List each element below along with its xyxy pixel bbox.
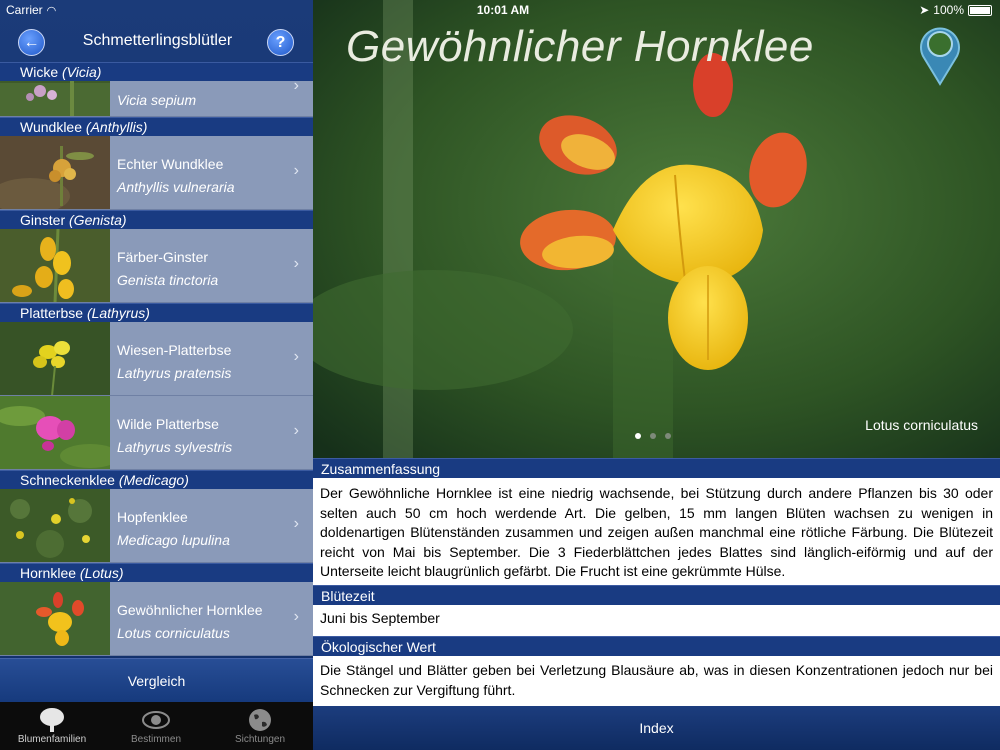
thumbnail-lotus: [0, 582, 110, 655]
list-item-medicago-lupulina[interactable]: Hopfenklee Medicago lupulina ›: [0, 489, 313, 563]
species-german-name: Wiesen-Platterbse: [117, 342, 232, 358]
chevron-right-icon: ›: [293, 422, 299, 439]
list-item-vicia-sepium[interactable]: Vicia sepium ›: [0, 77, 313, 117]
eye-icon: [142, 711, 170, 729]
tab-sichtungen[interactable]: Sichtungen: [208, 702, 312, 750]
wifi-icon: ◠: [46, 5, 57, 17]
thumbnail-genista: [0, 229, 110, 302]
index-button[interactable]: Index: [313, 706, 1000, 750]
globe-icon: [249, 709, 271, 731]
chevron-right-icon: ›: [293, 515, 299, 532]
detail-panel: 10:01 AM ➤ 100% Gewöhnlicher Hornklee Lo…: [313, 0, 1000, 750]
section-header-summary: Zusammenfassung: [313, 458, 1000, 478]
species-german-name: Färber-Ginster: [117, 249, 209, 265]
location-arrow-icon: ➤: [919, 3, 930, 17]
species-german-name: Wilde Platterbse: [117, 416, 219, 432]
photo-caption: Lotus corniculatus: [865, 417, 978, 433]
chevron-right-icon: ›: [293, 608, 299, 625]
list-item-lathyrus-pratensis[interactable]: Wiesen-Platterbse Lathyrus pratensis ›: [0, 322, 313, 396]
species-latin-name: Genista tinctoria: [117, 272, 219, 288]
help-button[interactable]: ?: [267, 29, 294, 56]
species-latin-name: Medicago lupulina: [117, 532, 230, 548]
summary-text: Der Gewöhnliche Hornklee ist eine niedri…: [313, 484, 1000, 582]
page-dot: [650, 433, 656, 439]
list-item-genista-tinctoria[interactable]: Färber-Ginster Genista tinctoria ›: [0, 229, 313, 303]
nav-title: Schmetterlingsblütler: [82, 32, 233, 49]
thumbnail-lathyrus-pratensis: [0, 322, 110, 395]
thumbnail-medicago: [0, 489, 110, 562]
tab-bestimmen[interactable]: Bestimmen: [104, 702, 208, 750]
chevron-right-icon: ›: [293, 162, 299, 179]
species-german-name: Hopfenklee: [117, 509, 188, 525]
species-latin-name: Lathyrus pratensis: [117, 365, 232, 381]
list-item-lotus-corniculatus[interactable]: Gewöhnlicher Hornklee Lotus corniculatus…: [0, 582, 313, 656]
map-pin-icon[interactable]: [917, 22, 963, 86]
section-header-wicke: Wicke (Vicia): [0, 62, 313, 81]
species-list[interactable]: Wicke (Vicia) Vicia sepium › Wundklee (A…: [0, 62, 313, 658]
species-latin-name: Lathyrus sylvestris: [117, 439, 233, 455]
page-indicator[interactable]: [635, 433, 671, 439]
species-latin-name: Lotus corniculatus: [117, 625, 230, 641]
thumbnail-lathyrus-sylvestris: [0, 396, 110, 469]
thumbnail-vicia: [0, 81, 110, 116]
section-header-hornklee: Hornklee (Lotus): [0, 563, 313, 582]
chevron-right-icon: ›: [293, 255, 299, 272]
section-header-bloom: Blütezeit: [313, 585, 1000, 605]
page-dot: [635, 433, 641, 439]
section-header-eco: Ökologischer Wert: [313, 636, 1000, 656]
back-arrow-icon: ←: [23, 33, 40, 51]
navigation-bar: ← Schmetterlingsblütler ?: [0, 20, 313, 62]
section-header-wundklee: Wundklee (Anthyllis): [0, 117, 313, 136]
battery-percent: 100%: [933, 3, 964, 17]
thumbnail-anthyllis: [0, 136, 110, 209]
compare-button[interactable]: Vergleich: [0, 658, 313, 702]
carrier-label: Carrier: [6, 3, 43, 17]
chevron-right-icon: ›: [293, 77, 299, 94]
chevron-right-icon: ›: [293, 348, 299, 365]
species-german-name: Echter Wundklee: [117, 156, 224, 172]
clock: 10:01 AM: [476, 3, 530, 17]
list-item-anthyllis-vulneraria[interactable]: Echter Wundklee Anthyllis vulneraria ›: [0, 136, 313, 210]
eco-text: Die Stängel und Blätter geben bei Verlet…: [313, 661, 1000, 700]
bloom-text: Juni bis September: [313, 609, 1000, 629]
battery-indicator: ➤ 100%: [919, 0, 992, 20]
species-latin-name: Vicia sepium: [117, 92, 197, 108]
section-header-ginster: Ginster (Genista): [0, 210, 313, 229]
back-button[interactable]: ←: [18, 29, 45, 56]
status-bar-left: Carrier ◠: [0, 0, 313, 20]
species-photo-carousel[interactable]: 10:01 AM ➤ 100% Gewöhnlicher Hornklee Lo…: [313, 0, 1000, 458]
tab-blumenfamilien[interactable]: Blumenfamilien: [0, 702, 104, 750]
species-latin-name: Anthyllis vulneraria: [117, 179, 235, 195]
section-header-schneckenklee: Schneckenklee (Medicago): [0, 470, 313, 489]
master-panel: Carrier ◠ ← Schmetterlingsblütler ? Wicke…: [0, 0, 313, 750]
tab-bar: Blumenfamilien Bestimmen Sichtungen: [0, 702, 313, 750]
species-german-name: Gewöhnlicher Hornklee: [117, 602, 263, 618]
section-header-platterbse: Platterbse (Lathyrus): [0, 303, 313, 322]
list-item-lathyrus-sylvestris[interactable]: Wilde Platterbse Lathyrus sylvestris ›: [0, 396, 313, 470]
battery-icon: [968, 4, 992, 16]
tree-icon: [40, 708, 64, 732]
species-title: Gewöhnlicher Hornklee: [346, 22, 814, 71]
page-dot: [665, 433, 671, 439]
status-bar-right: 10:01 AM ➤ 100%: [313, 0, 1000, 20]
